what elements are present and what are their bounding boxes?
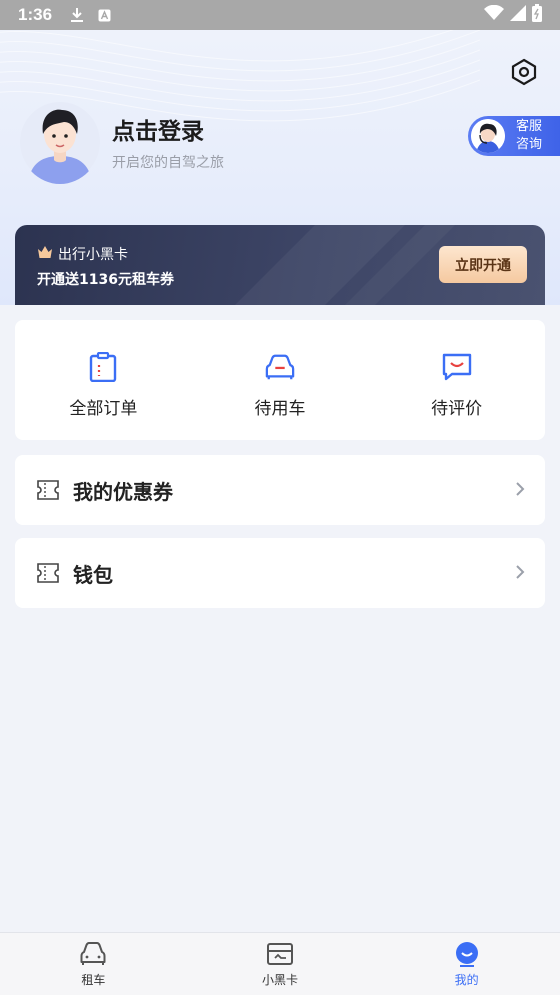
orders-section: 全部订单 待用车 待评价 [15, 320, 545, 440]
order-label-all: 全部订单 [69, 399, 138, 419]
wallet-label: 钱包 [73, 562, 113, 587]
customer-service-button[interactable]: 客服 咨询 [468, 116, 560, 156]
card-tab-icon [267, 941, 293, 967]
my-coupons-row[interactable]: 我的优惠券 [15, 455, 545, 525]
clipboard-icon [88, 352, 118, 382]
status-time: 1:36 [18, 5, 53, 24]
order-entry-pending-review[interactable]: 待评价 [368, 320, 545, 440]
car-icon [265, 352, 295, 382]
settings-hexagon-icon [510, 58, 538, 90]
signal-icon [510, 4, 526, 26]
vip-card-banner[interactable]: 出行小黑卡 开通送1136元租车券 立即开通 [15, 225, 545, 305]
download-icon [70, 7, 84, 23]
my-coupons-label: 我的优惠券 [73, 479, 173, 504]
status-bar: 1:36 [0, 0, 560, 30]
tab-mine[interactable]: 我的 [373, 933, 560, 995]
coupon-icon [37, 480, 59, 500]
crown-icon [37, 245, 53, 263]
wallet-row[interactable]: 钱包 [15, 538, 545, 608]
wallet-icon [37, 563, 59, 583]
order-entry-all[interactable]: 全部订单 [15, 320, 192, 440]
notification-a-icon [98, 9, 111, 22]
settings-button[interactable] [510, 58, 538, 90]
login-title[interactable]: 点击登录 [112, 112, 204, 146]
vip-card-title: 出行小黑卡 [58, 247, 128, 263]
order-entry-pending-use[interactable]: 待用车 [192, 320, 369, 440]
tab-label-mine: 我的 [454, 973, 479, 987]
chevron-right-icon [515, 561, 525, 585]
bottom-tab-bar: 租车 小黑卡 我的 [0, 932, 560, 995]
vip-card-description: 开通送1136元租车券 [37, 272, 174, 288]
chevron-right-icon [515, 478, 525, 502]
car-tab-icon [80, 941, 106, 967]
comment-icon [442, 352, 472, 382]
service-label-line1: 客服 [516, 119, 543, 134]
tab-label-rent-car: 租车 [81, 973, 106, 987]
order-label-pending-use: 待用车 [254, 399, 306, 419]
user-avatar[interactable] [20, 100, 100, 184]
battery-icon [532, 3, 542, 27]
tab-label-black-card: 小黑卡 [262, 973, 299, 987]
customer-service-avatar-icon [471, 119, 505, 153]
activate-vip-button[interactable]: 立即开通 [439, 246, 527, 283]
tab-rent-car[interactable]: 租车 [0, 933, 187, 995]
wifi-icon [484, 4, 504, 26]
login-subtitle: 开启您的自驾之旅 [112, 155, 224, 171]
tab-black-card[interactable]: 小黑卡 [187, 933, 374, 995]
profile-tab-icon [454, 941, 480, 967]
service-label-line2: 咨询 [516, 137, 543, 152]
order-label-pending-review: 待评价 [431, 399, 483, 419]
